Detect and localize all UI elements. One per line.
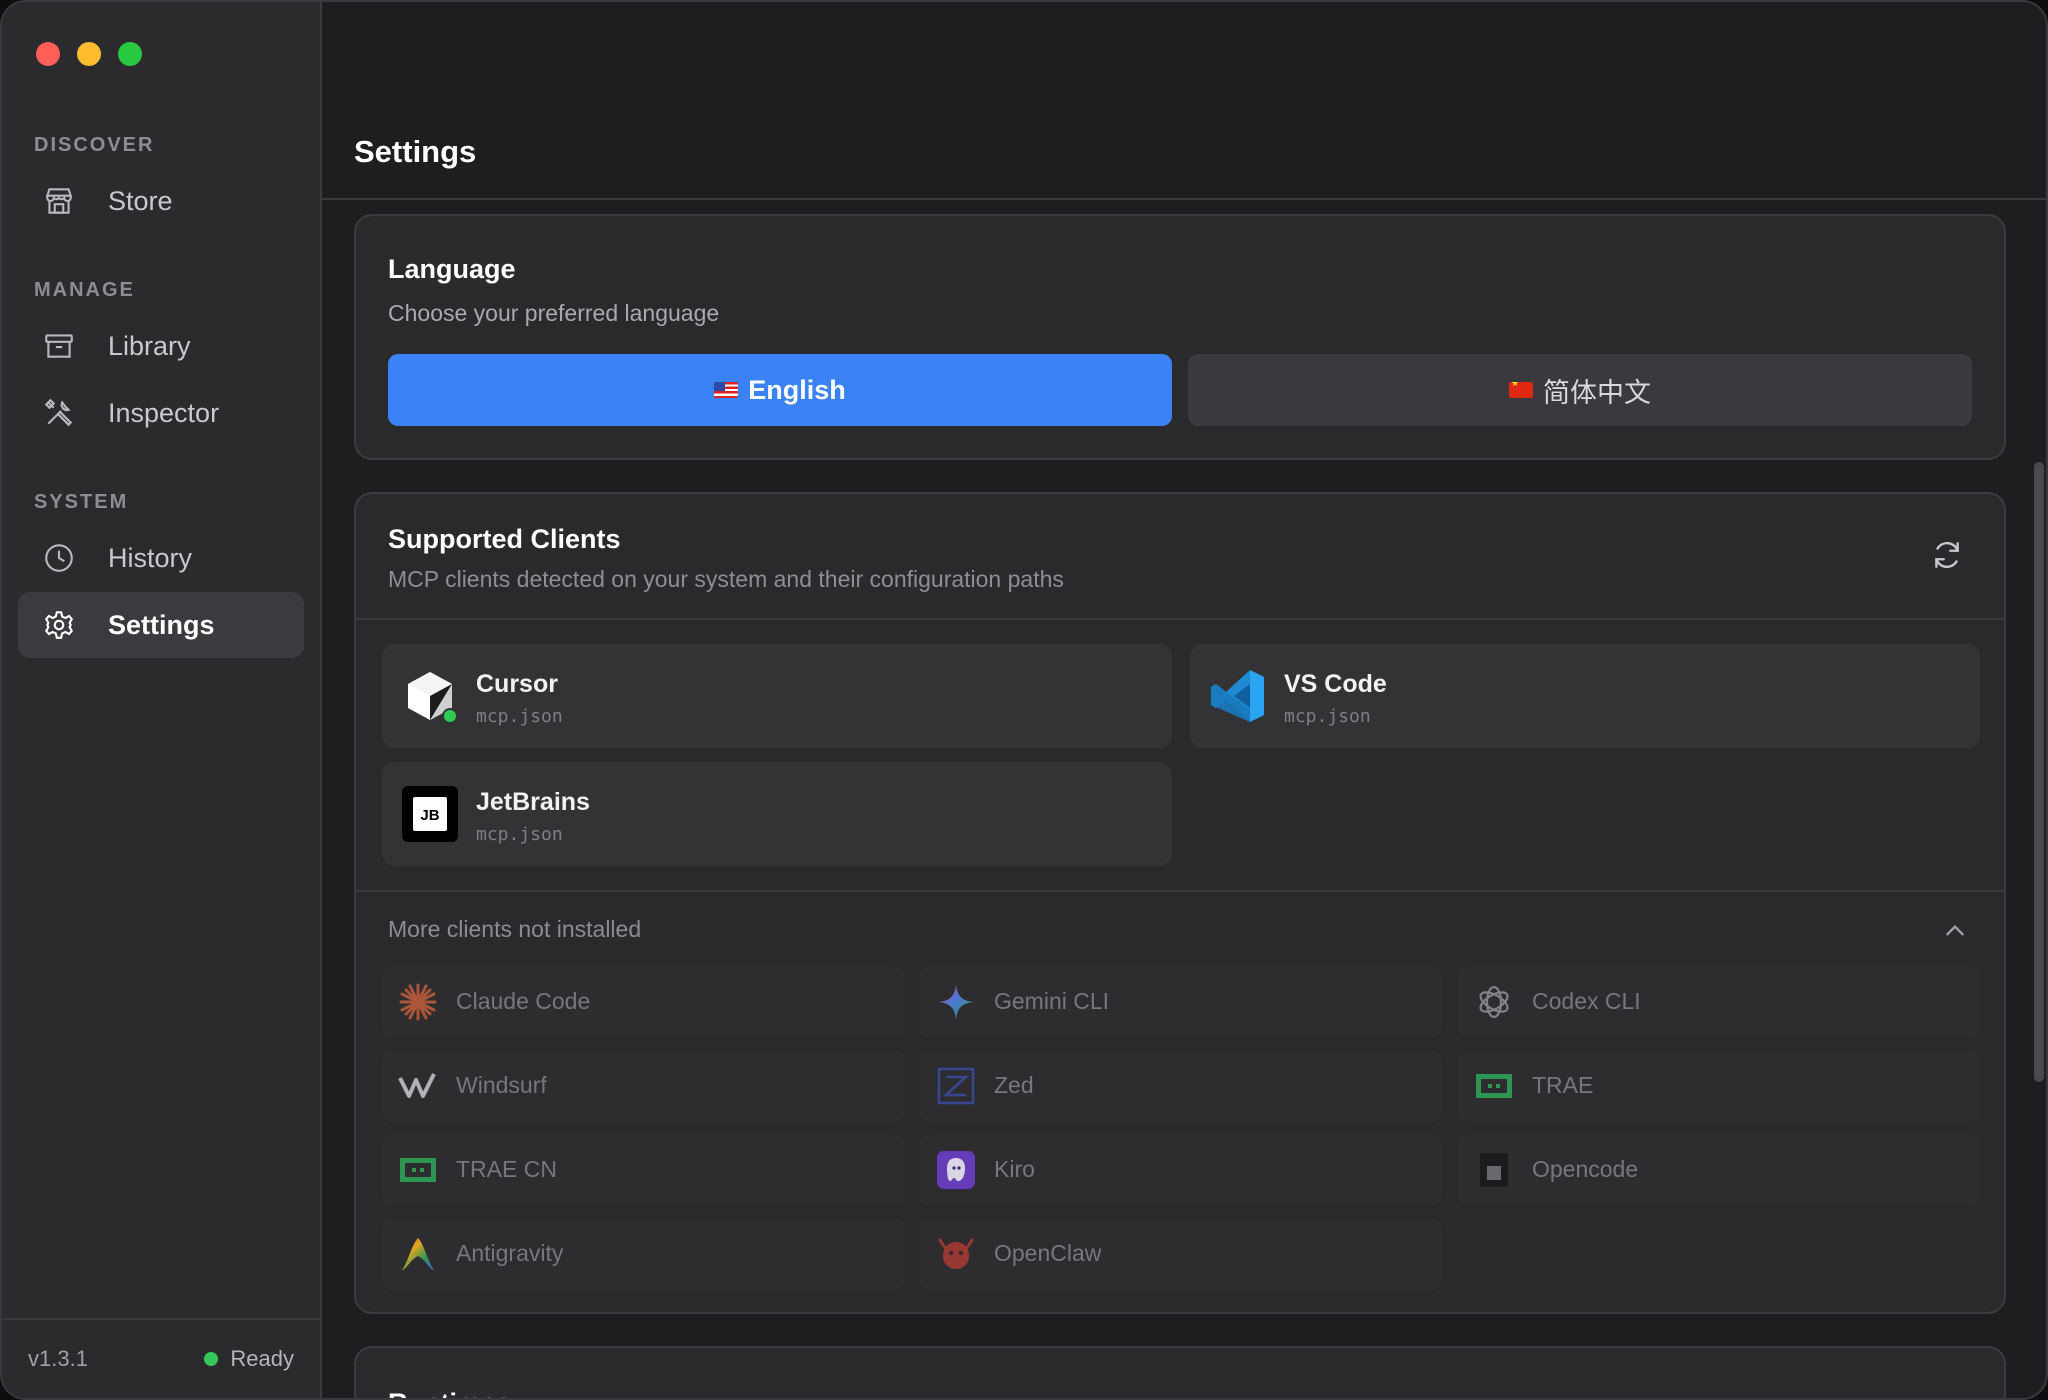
client-name: TRAE CN bbox=[456, 1156, 557, 1182]
gemini-icon bbox=[938, 984, 974, 1020]
client-name: JetBrains bbox=[476, 788, 590, 816]
store-icon bbox=[45, 188, 73, 214]
language-option-label: English bbox=[748, 374, 846, 405]
zed-icon bbox=[937, 1067, 975, 1105]
sidebar-item-label: Settings bbox=[108, 609, 215, 640]
more-clients-label: More clients not installed bbox=[388, 916, 642, 942]
openai-icon bbox=[1479, 985, 1509, 1019]
windsurf-icon bbox=[398, 1073, 436, 1098]
language-option-english[interactable]: English bbox=[388, 354, 1172, 426]
sidebar-item-label: History bbox=[108, 542, 193, 573]
refresh-icon[interactable] bbox=[1930, 538, 1964, 572]
client-tile-antigravity[interactable]: Antigravity bbox=[382, 1218, 904, 1290]
sidebar-item-history[interactable]: History bbox=[18, 525, 304, 591]
claude-icon bbox=[399, 983, 437, 1021]
section-label-system: SYSTEM bbox=[34, 491, 129, 513]
version-label: v1.3.1 bbox=[28, 1346, 88, 1371]
main-content: Settings Language Choose your preferred … bbox=[322, 2, 2046, 1398]
client-name: Opencode bbox=[1532, 1156, 1639, 1182]
svg-text:JB: JB bbox=[420, 807, 439, 824]
openclaw-icon bbox=[938, 1238, 974, 1269]
client-name: OpenClaw bbox=[994, 1240, 1102, 1266]
status-indicator: Ready bbox=[204, 1346, 294, 1372]
us-flag-icon bbox=[714, 382, 739, 398]
trae-icon bbox=[1476, 1074, 1512, 1098]
client-name: Kiro bbox=[994, 1156, 1035, 1182]
status-dot-icon bbox=[204, 1352, 219, 1366]
client-path: mcp.json bbox=[476, 824, 563, 845]
client-name: Antigravity bbox=[456, 1240, 564, 1266]
jetbrains-icon: JB bbox=[402, 786, 458, 842]
client-name: Gemini CLI bbox=[994, 988, 1110, 1014]
status-text: Ready bbox=[230, 1346, 294, 1371]
runtimes-card: Runtimes bbox=[354, 1346, 2006, 1398]
client-tile-opencode[interactable]: Opencode bbox=[1458, 1134, 1980, 1206]
tools-icon bbox=[44, 398, 73, 427]
client-tile-openclaw[interactable]: OpenClaw bbox=[920, 1218, 1442, 1290]
client-tile-codex-cli[interactable]: Codex CLI bbox=[1458, 966, 1980, 1038]
chevron-up-icon[interactable] bbox=[1942, 918, 1968, 944]
client-tile-zed[interactable]: Zed bbox=[920, 1050, 1442, 1122]
opencode-icon bbox=[1480, 1153, 1508, 1187]
cursor-icon bbox=[408, 672, 458, 724]
section-label-discover: DISCOVER bbox=[34, 134, 155, 156]
clock-icon bbox=[45, 544, 73, 572]
archive-icon bbox=[45, 334, 73, 358]
client-tile-vscode[interactable]: VS Code mcp.json bbox=[1190, 644, 1980, 748]
title-divider bbox=[322, 198, 2046, 200]
client-name: Windsurf bbox=[456, 1072, 547, 1098]
client-tile-jetbrains[interactable]: JB JetBrains mcp.json bbox=[382, 762, 1172, 866]
client-name: Codex CLI bbox=[1532, 988, 1641, 1014]
client-tile-kiro[interactable]: Kiro bbox=[920, 1134, 1442, 1206]
sidebar-item-label: Store bbox=[108, 185, 173, 216]
client-tile-gemini-cli[interactable]: Gemini CLI bbox=[920, 966, 1442, 1038]
client-path: mcp.json bbox=[476, 706, 563, 727]
minimize-window-button[interactable] bbox=[77, 42, 101, 66]
window-controls bbox=[36, 42, 142, 66]
language-title: Language bbox=[388, 254, 516, 284]
more-clients-divider bbox=[356, 890, 2004, 892]
client-tile-trae[interactable]: TRAE bbox=[1458, 1050, 1980, 1122]
sidebar: DISCOVER Store MANAGE Library Inspector … bbox=[2, 2, 322, 1398]
clients-title: Supported Clients bbox=[388, 524, 621, 554]
client-name: Zed bbox=[994, 1072, 1034, 1098]
client-tile-windsurf[interactable]: Windsurf bbox=[382, 1050, 904, 1122]
language-subtitle: Choose your preferred language bbox=[388, 300, 720, 326]
trae-icon bbox=[400, 1158, 436, 1182]
antigravity-icon bbox=[402, 1238, 434, 1270]
client-name: VS Code bbox=[1284, 670, 1387, 698]
sidebar-footer: v1.3.1 Ready bbox=[2, 1318, 320, 1398]
app-window: DISCOVER Store MANAGE Library Inspector … bbox=[0, 0, 2048, 1400]
clients-card: Supported Clients MCP clients detected o… bbox=[354, 492, 2006, 1314]
gear-icon bbox=[44, 611, 74, 639]
sidebar-item-settings[interactable]: Settings bbox=[18, 592, 304, 658]
sidebar-item-label: Library bbox=[108, 330, 191, 361]
close-window-button[interactable] bbox=[36, 42, 60, 66]
sidebar-item-library[interactable]: Library bbox=[18, 313, 304, 379]
language-option-label: 简体中文 bbox=[1543, 377, 1651, 408]
clients-subtitle: MCP clients detected on your system and … bbox=[388, 566, 1064, 592]
client-name: TRAE bbox=[1532, 1072, 1594, 1098]
vscode-icon bbox=[1211, 670, 1264, 722]
clients-divider bbox=[356, 618, 2004, 620]
section-label-manage: MANAGE bbox=[34, 279, 135, 301]
client-name: Claude Code bbox=[456, 988, 591, 1014]
runtimes-title: Runtimes bbox=[388, 1388, 511, 1398]
sidebar-item-inspector[interactable]: Inspector bbox=[18, 380, 304, 446]
client-tile-claude-code[interactable]: Claude Code bbox=[382, 966, 904, 1038]
client-path: mcp.json bbox=[1284, 706, 1371, 727]
language-card: Language Choose your preferred language … bbox=[354, 214, 2006, 460]
sidebar-item-label: Inspector bbox=[108, 397, 220, 428]
kiro-icon bbox=[937, 1151, 975, 1189]
maximize-window-button[interactable] bbox=[118, 42, 142, 66]
language-option-chinese[interactable]: 简体中文 bbox=[1188, 354, 1972, 426]
scrollbar[interactable] bbox=[2034, 462, 2044, 1082]
client-tile-trae-cn[interactable]: TRAE CN bbox=[382, 1134, 904, 1206]
client-name: Cursor bbox=[476, 670, 558, 698]
cn-flag-icon bbox=[1509, 382, 1533, 398]
client-tile-cursor[interactable]: Cursor mcp.json bbox=[382, 644, 1172, 748]
sidebar-item-store[interactable]: Store bbox=[18, 168, 304, 234]
page-title: Settings bbox=[354, 134, 477, 169]
